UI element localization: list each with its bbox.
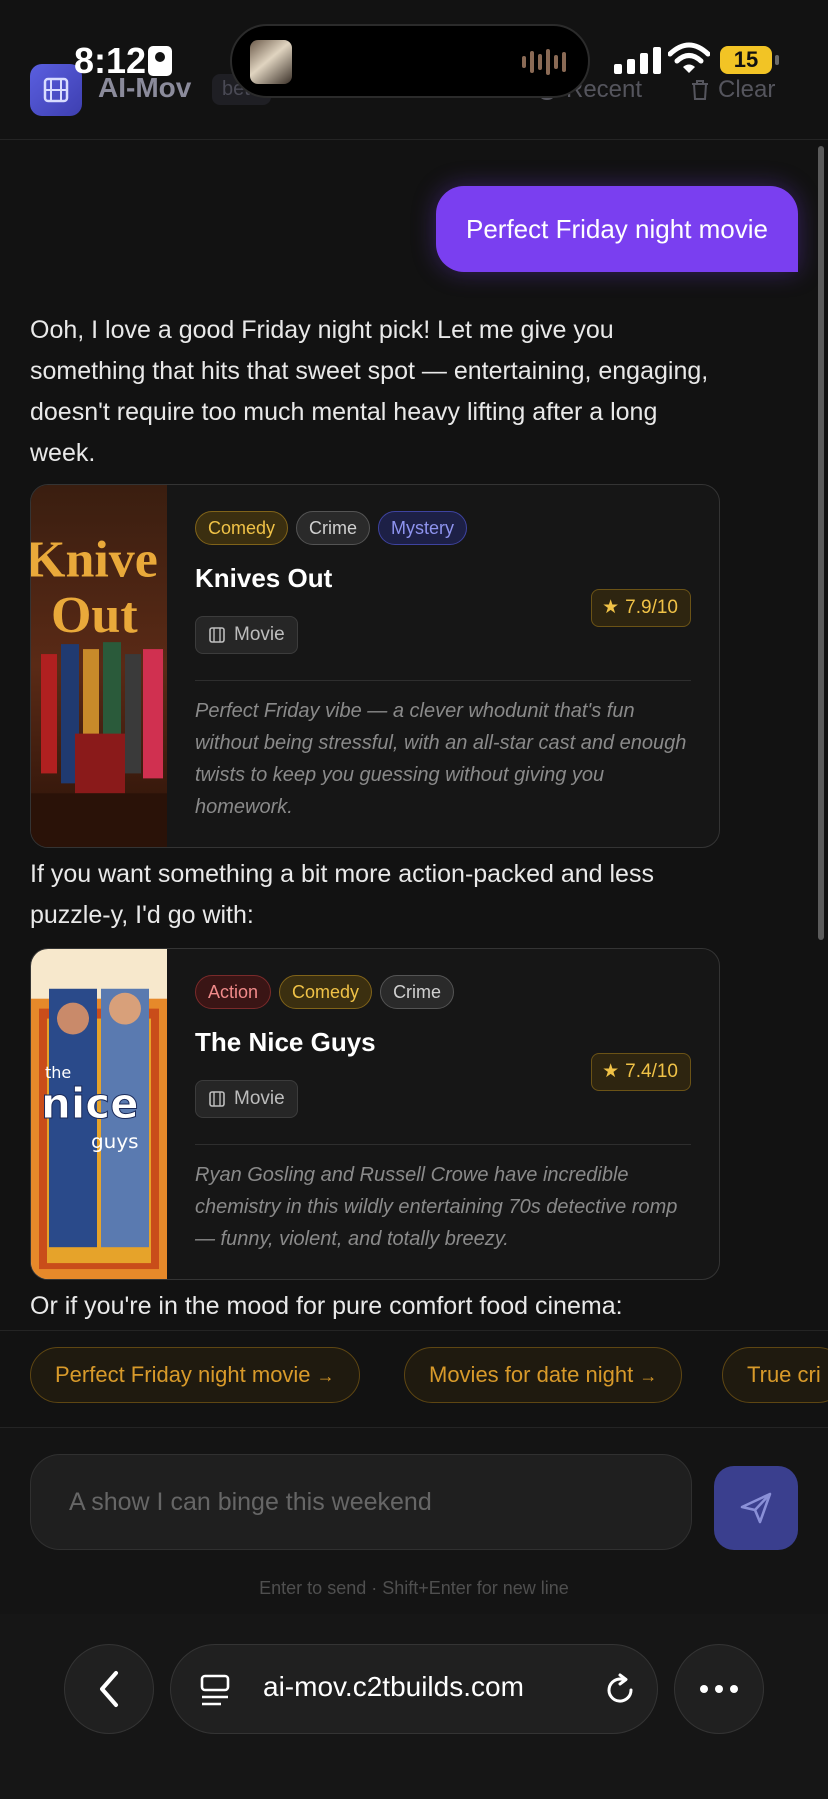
genre-tag[interactable]: Crime (296, 511, 371, 545)
status-bar: 8:12 15 (0, 0, 828, 120)
rating-value: 7.9/10 (625, 597, 678, 618)
cellular-signal-icon (614, 46, 661, 74)
arrow-right-icon: → (316, 1366, 335, 1386)
composer: A show I can binge this weekend Enter to… (0, 1428, 828, 1614)
media-type-label: Movie (234, 1088, 285, 1109)
back-button[interactable] (64, 1644, 154, 1734)
media-type-badge: Movie (195, 616, 298, 654)
suggestion-chip[interactable]: Perfect Friday night movie → (30, 1347, 360, 1403)
address-bar[interactable]: ai-mov.c2tbuilds.com (170, 1644, 658, 1734)
card-divider (195, 1144, 691, 1145)
genre-tags: Comedy Crime Mystery (195, 511, 691, 545)
media-type-label: Movie (234, 624, 285, 645)
media-type-badge: Movie (195, 1080, 298, 1118)
focus-person-icon (148, 46, 172, 76)
assistant-outro: Or if you're in the mood for pure comfor… (30, 1292, 623, 1320)
more-button[interactable] (674, 1644, 764, 1734)
svg-text:guys: guys (91, 1130, 139, 1153)
suggestion-chips: Perfect Friday night movie → Movies for … (0, 1330, 828, 1428)
battery-icon: 15 (720, 46, 779, 74)
rating-badge: ★ 7.9/10 (591, 589, 691, 627)
chevron-left-icon (100, 1671, 118, 1707)
movie-blurb: Ryan Gosling and Russell Crowe have incr… (195, 1164, 678, 1250)
now-playing-artwork (250, 40, 292, 84)
the-nice-guys-poster: nice guys the (31, 949, 167, 1279)
suggestion-chip[interactable]: Movies for date night → (404, 1347, 683, 1403)
card-divider (195, 680, 691, 681)
reload-icon[interactable] (603, 1673, 637, 1707)
genre-tag[interactable]: Comedy (279, 975, 373, 1009)
assistant-transition: If you want something a bit more action-… (30, 860, 654, 929)
dynamic-island[interactable] (230, 24, 590, 98)
svg-text:nice: nice (41, 1079, 139, 1128)
ellipsis-icon (700, 1685, 738, 1693)
movie-card-the-nice-guys[interactable]: nice guys the Action Comedy Crime The Ni… (30, 948, 720, 1280)
audio-waveform-icon (522, 48, 566, 76)
chat-scrollbar[interactable] (818, 146, 824, 940)
arrow-right-icon: → (639, 1366, 658, 1386)
knives-out-poster: Knive Out (31, 485, 167, 847)
svg-text:Knive: Knive (31, 532, 158, 589)
tabs-icon (200, 1674, 230, 1706)
film-icon (209, 1091, 225, 1107)
url-text: ai-mov.c2tbuilds.com (263, 1671, 524, 1702)
suggestion-chip[interactable]: True cri (722, 1347, 828, 1403)
movie-card-knives-out[interactable]: Knive Out Comedy Crime Mystery Knives Ou… (30, 484, 720, 848)
user-message: Perfect Friday night movie (435, 186, 798, 272)
suggestion-label: Movies for date night (429, 1362, 634, 1387)
send-icon (740, 1492, 772, 1524)
message-input[interactable]: A show I can binge this weekend (30, 1454, 692, 1550)
send-button[interactable] (714, 1466, 798, 1550)
suggestion-label: Perfect Friday night movie (55, 1362, 311, 1387)
svg-text:Out: Out (51, 587, 138, 644)
rating-value: 7.4/10 (625, 1061, 678, 1082)
assistant-intro: Ooh, I love a good Friday night pick! Le… (30, 316, 709, 467)
input-hint: Enter to send · Shift+Enter for new line (259, 1578, 569, 1598)
movie-blurb: Perfect Friday vibe — a clever whodunit … (195, 700, 687, 818)
genre-tags: Action Comedy Crime (195, 975, 691, 1009)
chat-thread[interactable]: Perfect Friday night movie Ooh, I love a… (0, 140, 828, 1330)
status-time: 8:12 (74, 40, 147, 81)
suggestion-label: True cri (747, 1362, 821, 1387)
genre-tag[interactable]: Comedy (195, 511, 289, 545)
genre-tag[interactable]: Crime (380, 975, 455, 1009)
browser-toolbar: ai-mov.c2tbuilds.com (0, 1614, 828, 1799)
genre-tag[interactable]: Mystery (378, 511, 468, 545)
rating-badge: ★ 7.4/10 (591, 1053, 691, 1091)
star-icon: ★ (602, 1061, 620, 1082)
genre-tag[interactable]: Action (195, 975, 272, 1009)
star-icon: ★ (602, 597, 620, 618)
film-icon (209, 627, 225, 643)
wifi-icon (668, 42, 710, 73)
svg-text:the: the (45, 1063, 71, 1082)
